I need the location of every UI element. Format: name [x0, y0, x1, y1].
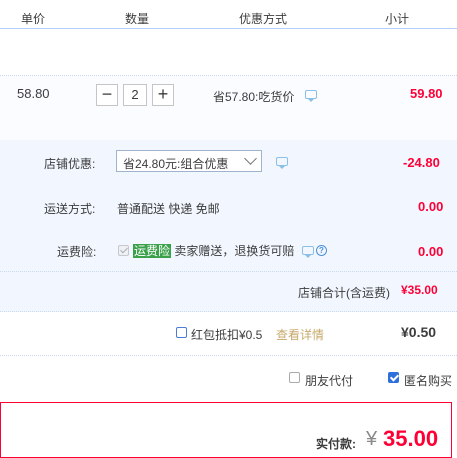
shop-discount-select-value: 省24.80元:组合优惠: [123, 157, 229, 171]
quantity-minus-button[interactable]: −: [96, 84, 118, 106]
insurance-amount: 0.00: [418, 244, 444, 259]
item-subtotal: 59.80: [410, 86, 443, 101]
friend-pay-checkbox[interactable]: [289, 372, 300, 383]
redpacket-amount: ¥0.50: [401, 324, 437, 340]
shop-discount-amount: -24.80: [403, 155, 440, 170]
shop-discount-label: 店铺优惠:: [44, 157, 96, 171]
quantity-stepper: − 2 +: [96, 84, 176, 106]
shipping-amount: 0.00: [418, 199, 444, 214]
column-header-discount: 优惠方式: [239, 12, 288, 26]
order-item-row: [0, 75, 457, 142]
quantity-plus-button[interactable]: +: [152, 84, 174, 106]
help-icon[interactable]: ?: [316, 245, 327, 256]
shop-discount-select[interactable]: 省24.80元:组合优惠: [116, 150, 262, 172]
divider: [0, 355, 457, 356]
friend-pay-label: 朋友代付: [305, 374, 354, 388]
shipping-value: 普通配送 快递 免邮: [117, 202, 220, 216]
divider: [0, 271, 457, 272]
chat-icon[interactable]: [305, 90, 317, 102]
shop-total-amount: ¥35.00: [401, 283, 438, 297]
redpacket-details-link[interactable]: 查看详情: [276, 326, 324, 343]
chat-icon[interactable]: [302, 246, 314, 258]
chevron-down-icon: [244, 152, 257, 165]
redpacket-checkbox[interactable]: [176, 327, 187, 338]
chat-icon[interactable]: [276, 157, 288, 169]
insurance-tag: 运费险: [133, 244, 172, 258]
anonymous-purchase-label: 匿名购买: [404, 374, 453, 388]
shipping-label: 运送方式:: [44, 202, 96, 216]
insurance-checkbox: [118, 245, 129, 256]
insurance-description: 卖家赠送，退换货可赔: [174, 244, 295, 258]
column-header-subtotal: 小计: [385, 12, 410, 26]
column-header-price: 单价: [21, 12, 46, 26]
payment-currency: ¥: [366, 428, 378, 450]
column-header-quantity: 数量: [125, 12, 150, 26]
item-discount-text: 省57.80:吃货价: [213, 90, 295, 104]
anonymous-purchase-checkbox[interactable]: [388, 372, 399, 383]
redpacket-label: 红包抵扣¥0.5: [191, 328, 263, 342]
insurance-label: 运费险:: [57, 245, 97, 259]
item-unit-price: 58.80: [17, 86, 50, 101]
quantity-input[interactable]: 2: [123, 84, 147, 106]
payment-label: 实付款:: [316, 437, 356, 451]
shop-total-label: 店铺合计(含运费): [298, 286, 390, 300]
payment-amount: 35.00: [383, 426, 439, 451]
table-header: 单价 数量 优惠方式 小计: [0, 0, 457, 29]
insurance-line: 运费险 卖家赠送，退换货可赔: [133, 242, 294, 259]
